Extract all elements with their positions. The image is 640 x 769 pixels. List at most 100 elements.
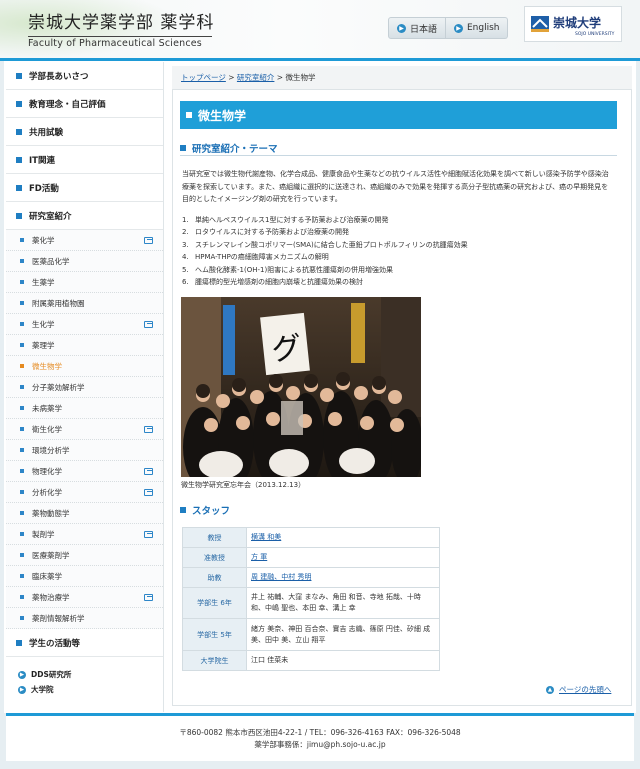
lang-japanese-label: 日本語 [410, 24, 438, 35]
bullet-square-icon [20, 301, 24, 305]
staff-names: 井上 祐輔、大窪 まなみ、角田 和音、寺地 拓哉、十時 和、中嶋 聖也、本田 幸… [246, 587, 440, 619]
external-window-icon [144, 426, 153, 433]
group-photo-illustration: グ [181, 297, 421, 477]
sidebar-item-common-exam[interactable]: 共用試験 [6, 118, 163, 146]
sidebar-lab-item[interactable]: 臨床薬学 [6, 566, 163, 587]
footer-office: 薬学部事務係：jimu@ph.sojo-u.ac.jp [254, 740, 386, 749]
section-heading-label: 研究室紹介・テーマ [192, 143, 278, 155]
staff-name-link[interactable]: 周 建融、中村 秀明 [251, 573, 311, 581]
logo-name: 崇城大学 [553, 16, 602, 30]
sign-text: グ [270, 330, 303, 368]
bullet-square-icon [20, 532, 24, 536]
back-to-top-label[interactable]: ページの先頭へ [559, 684, 611, 695]
sidebar-link-dds[interactable]: ▶ DDS研究所 [6, 667, 163, 682]
sidebar-lab-label: 生薬学 [32, 277, 55, 287]
sidebar-item-labs[interactable]: 研究室紹介 [6, 202, 163, 230]
footer-address: 〒860-0082 熊本市西区池田4-22-1 / TEL：096-326-41… [179, 728, 461, 737]
sidebar-lab-label: 医薬品化学 [32, 256, 70, 266]
lang-english-button[interactable]: ▶ English [446, 17, 508, 39]
sidebar-lab-item[interactable]: 環境分析学 [6, 440, 163, 461]
section-heading-staff: スタッフ [180, 502, 617, 518]
theme-item: 3. スチレンマレイン酸コポリマー(SMA)に結合した亜鉛プロトポルフィリンの抗腫… [182, 240, 468, 249]
sidebar-lab-item[interactable]: 生化学 [6, 314, 163, 335]
back-to-top-link[interactable]: ▲ ページの先頭へ [546, 684, 611, 695]
sidebar-lab-item[interactable]: 衛生化学 [6, 419, 163, 440]
sidebar-lab-item[interactable]: 微生物学 [6, 356, 163, 377]
sidebar-item-fd[interactable]: FD活動 [6, 174, 163, 202]
bullet-square-icon [20, 280, 24, 284]
sidebar-item-student-activities[interactable]: 学生の活動等 [6, 629, 163, 657]
bullet-square-icon [20, 511, 24, 515]
bullet-square-icon [16, 639, 22, 646]
sidebar-lab-list: 薬化学医薬品化学生薬学附属薬用植物園 生化学薬理学微生物学 分子薬効解析学 未病薬学衛… [6, 230, 163, 629]
staff-names: 横溝 和美 [246, 527, 440, 548]
breadcrumb-home-link[interactable]: トップページ [181, 72, 226, 83]
sidebar-lab-item[interactable]: 薬理学 [6, 335, 163, 356]
staff-name-link[interactable]: 方 軍 [251, 553, 267, 561]
logo-english: SOJO UNIVERSITY [575, 32, 615, 37]
staff-role: 学部生 5年 [182, 618, 247, 651]
sidebar-item-dean-greeting[interactable]: 学部長あいさつ [6, 62, 163, 90]
sidebar-lab-item[interactable]: 薬物動態学 [6, 503, 163, 524]
bullet-square-icon [20, 427, 24, 431]
sidebar-lab-item[interactable]: 製剤学 [6, 524, 163, 545]
sidebar-lab-label: 物理化学 [32, 466, 62, 476]
theme-item: 2. ロタウイルスに対する予防薬および治療薬の開発 [182, 228, 349, 237]
sojo-logo-mark-icon [531, 16, 549, 32]
title-square-icon [186, 112, 192, 118]
heading-square-icon [180, 144, 186, 151]
external-window-icon [144, 321, 153, 328]
sidebar-item-label: 研究室紹介 [29, 211, 72, 222]
sidebar-lab-item[interactable]: 薬物治療学 [6, 587, 163, 608]
bullet-square-icon [20, 469, 24, 473]
sidebar-lab-item[interactable]: 生薬学 [6, 272, 163, 293]
university-logo[interactable]: 崇城大学 SOJO UNIVERSITY [524, 6, 622, 42]
sidebar-link-label: DDS研究所 [31, 670, 72, 679]
bullet-square-icon [20, 343, 24, 347]
theme-item: 5. ヘム酸化酵素-1(OH-1)阻害による抗悪性腫瘍剤の併用増強効果 [182, 265, 393, 274]
theme-item: 1. 単純ヘルペスウイルス1型に対する予防薬および治療薬の開発 [182, 216, 389, 224]
table-row: 准教授 方 軍 [182, 547, 440, 568]
sidebar-lab-label: 附属薬用植物園 [32, 298, 85, 308]
external-window-icon [144, 531, 153, 538]
table-row: 大学院生 江口 佳菜未 [182, 650, 440, 671]
staff-role: 学部生 6年 [182, 587, 247, 619]
external-window-icon [144, 594, 153, 601]
external-window-icon [144, 237, 153, 244]
sidebar-item-education-philosophy[interactable]: 教育理念・自己評価 [6, 90, 163, 118]
breadcrumb-separator: > [274, 73, 286, 82]
sidebar-lab-label: 環境分析学 [32, 445, 70, 455]
sidebar-item-label: 教育理念・自己評価 [29, 99, 106, 110]
sidebar-lab-item[interactable]: 薬剤情報解析学 [6, 608, 163, 629]
sidebar-lab-item[interactable]: 医療薬剤学 [6, 545, 163, 566]
sidebar-item-it[interactable]: IT関連 [6, 146, 163, 174]
bullet-square-icon [20, 364, 24, 368]
sidebar-lab-item[interactable]: 薬化学 [6, 230, 163, 251]
sidebar-lab-item[interactable]: 附属薬用植物園 [6, 293, 163, 314]
lang-japanese-button[interactable]: ▶ 日本語 [388, 17, 446, 39]
bullet-square-icon [20, 616, 24, 620]
sidebar-lab-label: 衛生化学 [32, 424, 62, 434]
breadcrumb: トップページ > 研究室紹介 > 微生物学 [172, 66, 632, 90]
sidebar-item-label: 学部長あいさつ [29, 71, 89, 82]
sidebar-link-graduate-school[interactable]: ▶ 大学院 [6, 682, 163, 697]
sidebar-item-label: FD活動 [29, 183, 59, 194]
bullet-square-icon [20, 595, 24, 599]
photo-caption: 微生物学研究室忘年会（2013.12.13） [181, 481, 306, 489]
site-title[interactable]: 崇城大学薬学部 薬学科 [28, 8, 214, 33]
site-footer: 〒860-0082 熊本市西区池田4-22-1 / TEL：096-326-41… [6, 716, 634, 761]
sidebar-lab-label: 製剤学 [32, 529, 55, 539]
sidebar-lab-item[interactable]: 未病薬学 [6, 398, 163, 419]
breadcrumb-labs-link[interactable]: 研究室紹介 [237, 72, 275, 83]
bullet-square-icon [16, 212, 22, 219]
staff-name-link[interactable]: 横溝 和美 [251, 533, 281, 541]
sidebar-lab-item[interactable]: 分析化学 [6, 482, 163, 503]
arrow-right-circle-icon: ▶ [397, 23, 406, 33]
sidebar-lab-item[interactable]: 物理化学 [6, 461, 163, 482]
sidebar-lab-label: 薬理学 [32, 340, 55, 350]
arrow-right-circle-icon: ▶ [18, 670, 26, 679]
bullet-square-icon [20, 322, 24, 326]
sidebar-lab-label: 生化学 [32, 319, 55, 329]
sidebar-lab-item[interactable]: 分子薬効解析学 [6, 377, 163, 398]
sidebar-lab-item[interactable]: 医薬品化学 [6, 251, 163, 272]
